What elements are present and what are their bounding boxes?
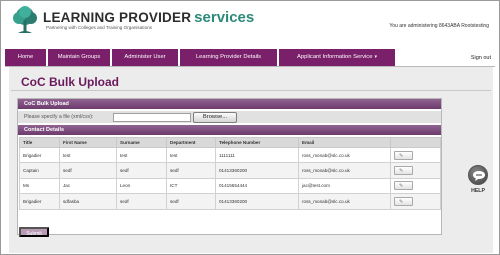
column-header: Telephone Number [215,137,299,148]
cell-title: Ms [19,177,60,195]
nav-item-maintain-groups[interactable]: Maintain Groups [48,49,111,66]
cell-email: ross_monab@slc.co.uk [298,193,391,210]
edit-row-button[interactable]: ✎ [394,150,413,160]
contacts-section-header: Contact Details [18,125,441,135]
table-row: Brigadier test test test 1111111 ross_mo… [19,146,441,164]
main-nav: Home Maintain Groups Administer User Lea… [5,49,495,66]
signout-link[interactable]: Sign out [471,55,491,61]
nav-item-label: Maintain Groups [57,54,101,60]
bulk-upload-panel: CoC Bulk Upload Please specify a file (x… [17,98,442,235]
cell-department: test [166,146,216,164]
pencil-icon: ✎ [399,152,404,159]
table-row: Ms Jac Leon ICT 01415554444 jac@test.com… [19,177,441,195]
column-header: Surname [116,137,167,148]
cell-email: ross_monab@slc.co.uk [298,162,391,179]
pencil-icon: ✎ [399,198,404,205]
main-content: CoC Bulk Upload CoC Bulk Upload Please s… [9,67,493,253]
nav-item-applicant-information-service[interactable]: Applicant Information Service ▾ [279,49,396,66]
edit-row-button[interactable]: ✎ [394,166,413,176]
caret-down-icon: ▾ [374,54,377,60]
edit-row-button[interactable]: ✎ [394,196,413,206]
cell-first-name: Jac [59,177,117,195]
app-window: LEARNING PROVIDER services Partnering wit… [0,0,500,255]
browse-button[interactable]: Browse... [193,112,237,123]
cell-action: ✎ [390,146,441,164]
pencil-icon: ✎ [399,168,404,175]
tree-logo-icon [13,6,37,33]
cell-title: Brigadier [19,193,60,210]
brand-tagline: Partnering with Colleges and Training Or… [46,25,152,30]
nav-item-home[interactable]: Home [5,49,47,66]
cell-first-name: sedf [59,162,117,179]
cell-surname: test [116,146,167,164]
cell-department: sedf [166,193,216,210]
column-header: Email [298,137,391,148]
upload-section-header: CoC Bulk Upload [18,99,441,109]
column-header: Department [166,137,216,148]
nav-item-learning-provider-details[interactable]: Learning Provider Details [180,49,278,66]
title-divider [11,90,491,91]
cell-surname: sedf [116,162,167,179]
column-header: Title [19,137,60,148]
nav-item-label: Administer User [124,54,166,60]
cell-department: ICT [166,177,216,195]
edit-row-button[interactable]: ✎ [394,181,413,191]
nav-item-label: Home [17,54,34,60]
cell-telephone: 01413360200 [215,162,299,179]
cell-email: ross_monab@slc.co.uk [298,146,391,164]
column-header: First Name [59,137,117,148]
cell-telephone: 01415554444 [215,177,299,195]
help-widget[interactable]: HELP [465,165,493,201]
cell-department: sedf [166,162,216,179]
brand-name-accent: services [194,9,255,26]
file-path-input[interactable] [113,113,191,122]
table-row: Brigadier sdfasba sedf sedf 01413360200 … [19,193,441,210]
help-label: HELP [471,188,485,194]
brand-name-main: LEARNING PROVIDER [43,10,192,25]
nav-item-label: Learning Provider Details [195,54,262,60]
cell-action: ✎ [390,193,441,210]
cell-telephone: 1111111 [215,146,299,164]
cell-first-name: sdfasba [59,193,117,210]
submit-button[interactable]: Submit [19,227,49,237]
cell-action: ✎ [390,162,441,179]
cell-email: jac@test.com [298,177,391,195]
cell-title: Captain [19,162,60,179]
pencil-icon: ✎ [399,183,404,190]
upload-row: Please specify a file (xml/csv): Browse.… [18,111,441,123]
file-prompt-label: Please specify a file (xml/csv): [24,114,94,120]
column-header [390,137,441,148]
table-header-row: Title First Name Surname Department Tele… [19,137,441,148]
cell-action: ✎ [390,177,441,195]
nav-item-administer-user[interactable]: Administer User [112,49,179,66]
contacts-table: Title First Name Surname Department Tele… [19,137,441,210]
cell-telephone: 01413360200 [215,193,299,210]
help-icon [468,165,488,185]
cell-surname: sedf [116,193,167,210]
cell-surname: Leon [116,177,167,195]
nav-item-label: Applicant Information Service [297,54,373,60]
speech-bubble-icon [473,171,485,181]
page-title: CoC Bulk Upload [21,75,119,89]
cell-title: Brigadier [19,146,60,164]
cell-first-name: test [59,146,117,164]
administering-note: You are administering 8643ABA Rootstesti… [389,23,489,29]
table-row: Captain sedf sedf sedf 01413360200 ross_… [19,162,441,179]
site-header: LEARNING PROVIDER services Partnering wit… [1,1,499,48]
